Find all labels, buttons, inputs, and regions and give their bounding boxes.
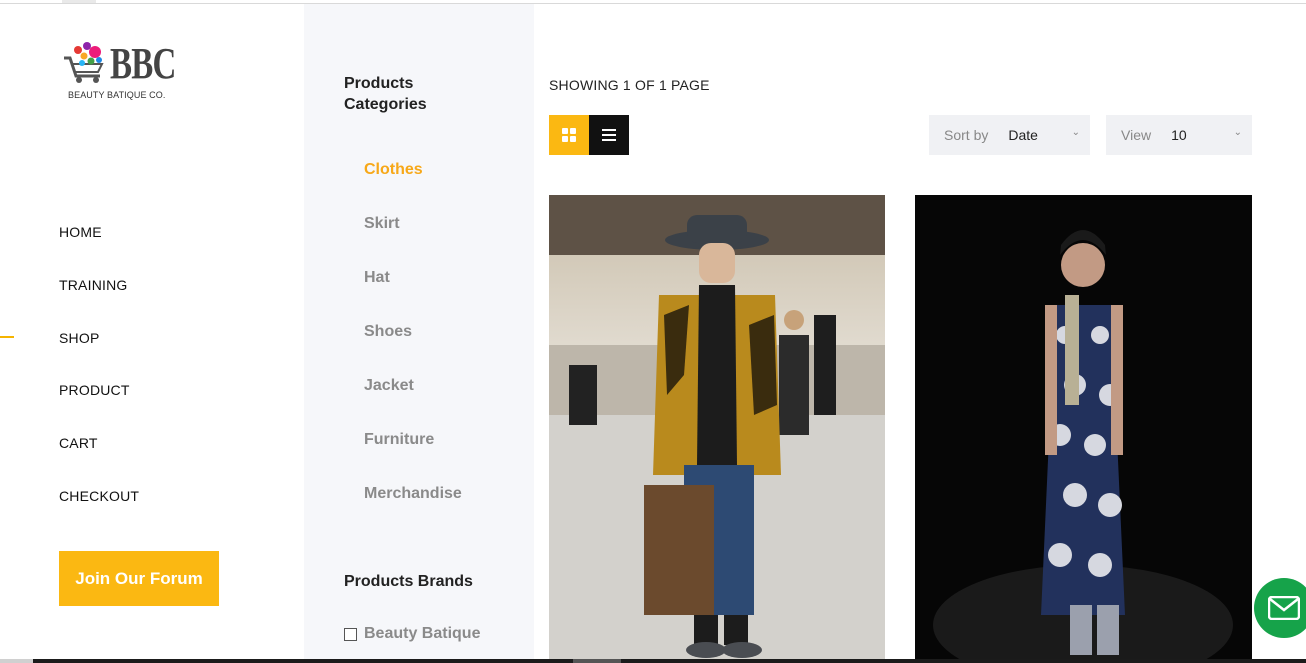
- product-card[interactable]: [915, 195, 1252, 663]
- category-hat[interactable]: Hat: [364, 269, 462, 323]
- nav-item-checkout[interactable]: CHECKOUT: [59, 488, 139, 541]
- category-clothes[interactable]: Clothes: [364, 161, 462, 215]
- chevron-down-icon: ⌄: [1071, 127, 1080, 138]
- cart-logo-icon: [64, 42, 104, 83]
- nav-item-training[interactable]: TRAINING: [59, 277, 139, 330]
- grid-view-icon: [562, 128, 576, 142]
- categories-heading: Products Categories: [344, 75, 427, 113]
- results-count: SHOWING 1 OF 1 PAGE: [549, 77, 710, 93]
- product-image: [915, 195, 1252, 663]
- sort-select[interactable]: Sort by Date ⌄: [929, 115, 1090, 155]
- category-shoes[interactable]: Shoes: [364, 323, 462, 377]
- logo[interactable]: BBC BEAUTY BATIQUE CO.: [62, 40, 182, 104]
- scrollbar-thumb[interactable]: [573, 659, 621, 663]
- view-value: 10: [1171, 127, 1187, 143]
- grid-view-button[interactable]: [549, 115, 589, 155]
- join-forum-button[interactable]: Join Our Forum: [59, 551, 219, 606]
- sort-value: Date: [1008, 127, 1038, 143]
- scrollbar-segment: [0, 659, 33, 663]
- list-view-button[interactable]: [589, 115, 629, 155]
- chevron-down-icon: ⌄: [1233, 127, 1242, 138]
- brand-label: Beauty Batique: [364, 625, 481, 642]
- nav-item-cart[interactable]: CART: [59, 435, 139, 488]
- brand-filter-beauty-batique[interactable]: Beauty Batique: [344, 625, 480, 643]
- view-label: View: [1121, 127, 1152, 143]
- product-card[interactable]: [549, 195, 885, 663]
- list-view-icon: [602, 129, 616, 141]
- sort-label: Sort by: [944, 127, 989, 143]
- category-furniture[interactable]: Furniture: [364, 431, 462, 485]
- product-area: SHOWING 1 OF 1 PAGE Sort by Date ⌄ View …: [534, 4, 1306, 663]
- category-panel: Products Categories Clothes Skirt Hat Sh…: [304, 4, 534, 663]
- nav-item-home[interactable]: HOME: [59, 224, 139, 277]
- mail-chat-button[interactable]: [1254, 578, 1306, 638]
- mail-icon: [1268, 596, 1300, 620]
- tab-nub: [62, 0, 96, 3]
- active-nav-indicator: [0, 336, 14, 338]
- product-image: [549, 195, 885, 663]
- brands-heading: Products Brands: [344, 573, 473, 590]
- category-jacket[interactable]: Jacket: [364, 377, 462, 431]
- category-merchandise[interactable]: Merchandise: [364, 485, 462, 539]
- category-skirt[interactable]: Skirt: [364, 215, 462, 269]
- main-nav: HOME TRAINING SHOP PRODUCT CART CHECKOUT: [59, 224, 139, 541]
- category-list: Clothes Skirt Hat Shoes Jacket Furniture…: [364, 161, 462, 539]
- logo-tagline: BEAUTY BATIQUE CO.: [68, 90, 166, 100]
- nav-item-product[interactable]: PRODUCT: [59, 382, 139, 435]
- per-page-select[interactable]: View 10 ⌄: [1106, 115, 1252, 155]
- brand-checkbox[interactable]: [344, 627, 357, 641]
- logo-text: BBC: [110, 39, 176, 88]
- nav-item-shop[interactable]: SHOP: [59, 330, 139, 383]
- bottom-scrollbar[interactable]: [0, 659, 1306, 663]
- sidebar: BBC BEAUTY BATIQUE CO. HOME TRAINING SHO…: [0, 4, 304, 663]
